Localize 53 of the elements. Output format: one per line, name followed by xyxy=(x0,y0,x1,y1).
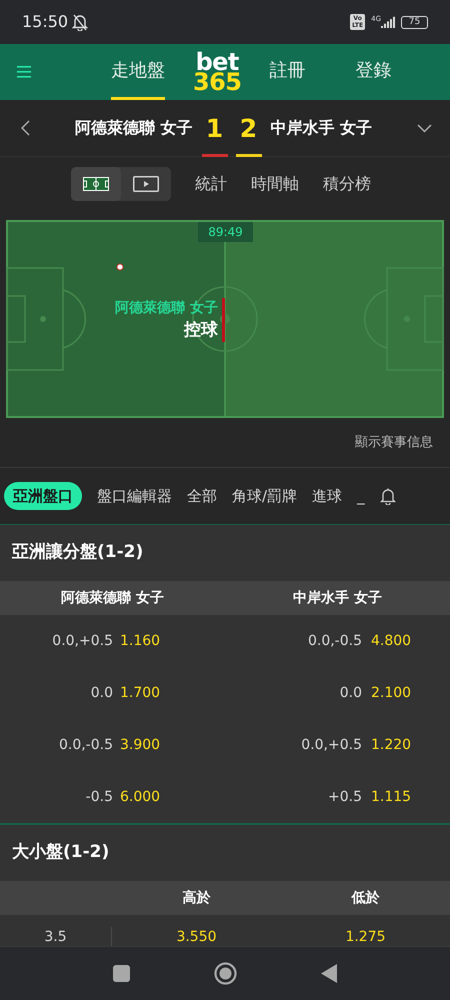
pitch-icon xyxy=(83,176,109,190)
away-team: 中岸水手 女子 xyxy=(270,117,372,139)
bell-icon[interactable] xyxy=(380,487,396,505)
possession-label: 控球 xyxy=(184,319,218,342)
bell-off-icon xyxy=(72,14,88,30)
view-tab[interactable]: 時間軸 xyxy=(251,172,299,196)
home-team: 阿德萊德聯 女子 xyxy=(74,117,192,139)
recents-icon[interactable] xyxy=(113,965,130,982)
odds-cell[interactable]: -0.5 6.000 xyxy=(0,786,225,808)
logo[interactable]: bet 365 xyxy=(193,44,242,100)
odds-cell[interactable]: 0.0,-0.5 4.800 xyxy=(225,630,450,652)
video-icon xyxy=(133,176,159,192)
market-tab[interactable]: 盤口編輯器 xyxy=(97,484,172,508)
column-header: 高於 xyxy=(182,888,212,908)
view-toggle[interactable] xyxy=(71,166,121,200)
show-info-link[interactable]: 顯示賽事信息 xyxy=(355,432,433,452)
menu-icon[interactable] xyxy=(17,66,31,78)
score: 2 xyxy=(238,112,258,144)
possession-team: 阿德萊德聯 女子 xyxy=(115,299,218,318)
odds-cell[interactable]: 0.0 2.100 xyxy=(225,682,450,704)
score: 1 xyxy=(204,112,224,144)
section-title: 亞洲讓分盤(1-2) xyxy=(12,541,144,564)
market-tab[interactable]: 進球 xyxy=(312,484,342,508)
nav-tab[interactable]: 登錄 xyxy=(355,44,392,100)
possession-marker xyxy=(222,298,225,342)
column-header: 阿德萊德聯 女子 xyxy=(60,588,165,608)
battery-indicator: 75 xyxy=(401,16,428,28)
view-tab[interactable]: 統計 xyxy=(195,172,227,196)
signal-icon xyxy=(381,16,395,28)
odds-cell[interactable]: +0.5 1.115 xyxy=(225,786,450,808)
back-nav-icon[interactable] xyxy=(321,964,337,983)
odds-cell[interactable]: 0.0 1.700 xyxy=(0,682,225,704)
match-clock: 89:49 xyxy=(198,222,253,242)
market-tab[interactable]: _ xyxy=(357,484,365,508)
ball-icon xyxy=(116,263,124,271)
view-tab[interactable]: 積分榜 xyxy=(323,172,371,196)
odds-cell[interactable]: 1.275 xyxy=(281,927,450,946)
odds-cell[interactable]: 0.0,-0.5 3.900 xyxy=(0,734,225,756)
column-header: 低於 xyxy=(350,888,380,908)
column-header: 中岸水手 女子 xyxy=(292,588,383,608)
odds-cell[interactable]: 3.550 xyxy=(112,927,281,946)
market-tab[interactable]: 亞洲盤口 xyxy=(4,482,82,510)
nav-tab[interactable]: 註冊 xyxy=(269,44,306,100)
section-title: 大小盤(1-2) xyxy=(12,841,110,864)
odds-cell[interactable]: 0.0,+0.5 1.220 xyxy=(225,734,450,756)
back-icon[interactable] xyxy=(21,120,30,136)
chevron-down-icon[interactable] xyxy=(417,124,432,132)
market-tab[interactable]: 角球/罰牌 xyxy=(232,484,298,508)
clock: 15:50 xyxy=(22,11,68,33)
nav-tab[interactable]: 走地盤 xyxy=(111,44,165,100)
odds-cell[interactable]: 0.0,+0.5 1.160 xyxy=(0,630,225,652)
market-tab[interactable]: 全部 xyxy=(187,484,217,508)
home-icon[interactable] xyxy=(214,962,237,985)
